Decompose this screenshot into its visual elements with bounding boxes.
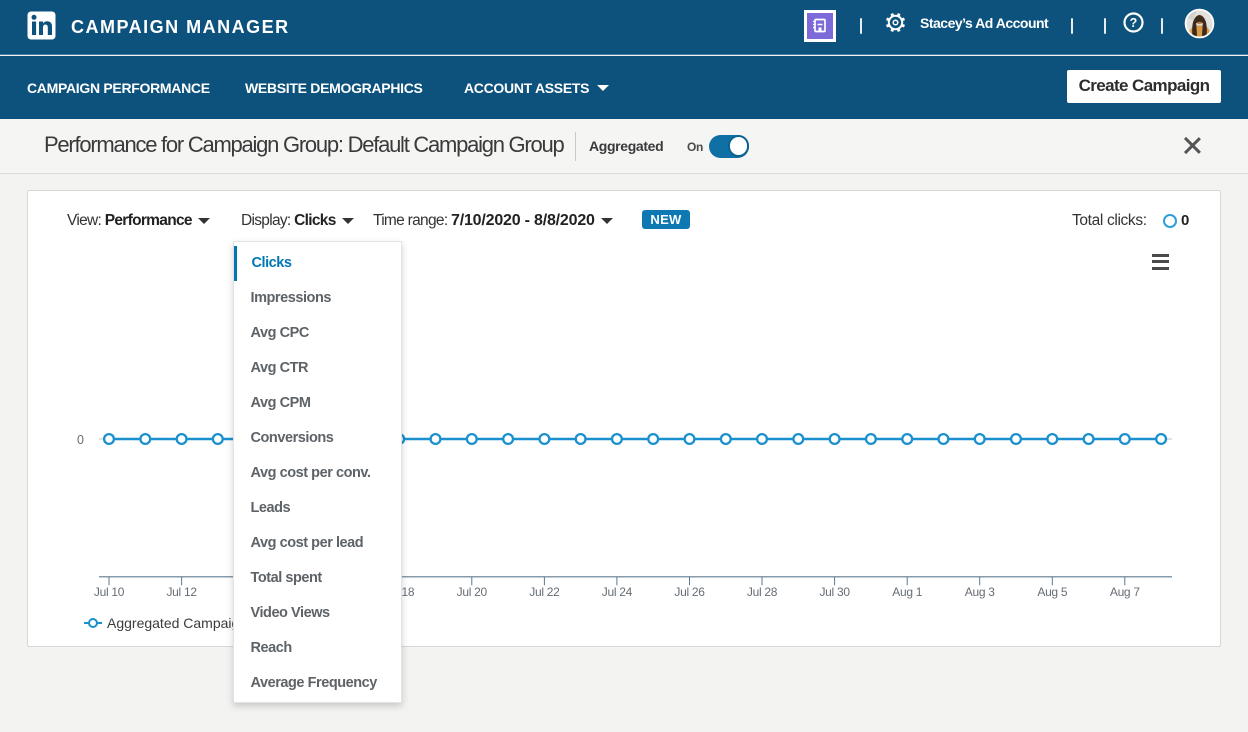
svg-text:Jul 28: Jul 28 [747,585,778,599]
svg-text:Jul 20: Jul 20 [457,585,488,599]
svg-text:Aug 3: Aug 3 [965,585,995,599]
svg-text:Jul 26: Jul 26 [674,585,705,599]
svg-text:Aug 1: Aug 1 [892,585,922,599]
svg-text:?: ? [1130,16,1138,30]
svg-text:Jul 22: Jul 22 [529,585,560,599]
svg-text:Aug 5: Aug 5 [1037,585,1067,599]
svg-text:Jul 30: Jul 30 [819,585,850,599]
svg-text:Jul 10: Jul 10 [94,585,125,599]
svg-text:Jul 24: Jul 24 [602,585,633,599]
svg-text:Aug 7: Aug 7 [1110,585,1140,599]
svg-text:Jul 12: Jul 12 [166,585,197,599]
svg-text:0: 0 [77,433,84,447]
